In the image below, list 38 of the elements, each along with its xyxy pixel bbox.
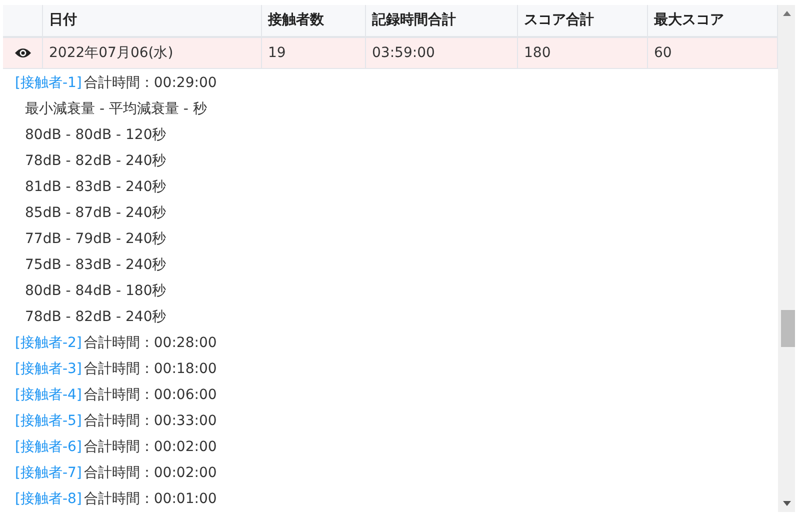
total-time: 合計時間：00:29:00 (84, 74, 217, 92)
detail-line: 85dB - 87dB - 240秒 (25, 204, 168, 222)
total-time: 合計時間：00:02:00 (84, 464, 217, 482)
total-time: 合計時間：00:01:00 (84, 490, 217, 508)
table-cell: 2022年07月06(水) (43, 38, 262, 68)
detail-line: 80dB - 80dB - 120秒 (25, 126, 168, 144)
detail-line: 81dB - 83dB - 240秒 (25, 178, 168, 196)
contact-label[interactable]: [接触者-7] (15, 462, 82, 484)
total-time: 合計時間：00:18:00 (84, 360, 217, 378)
eye-icon[interactable] (14, 47, 32, 60)
table-cell: 180 (518, 38, 648, 68)
table-cell: 03:59:00 (366, 38, 518, 68)
scrollbar[interactable] (778, 5, 795, 512)
total-time: 合計時間：00:33:00 (84, 412, 217, 430)
contact-label[interactable]: [接触者-2] (15, 332, 82, 354)
total-time: 合計時間：00:28:00 (84, 334, 217, 352)
table-cell: 19 (262, 38, 366, 68)
total-time: 合計時間：00:02:00 (84, 438, 217, 456)
detail-line: 78dB - 82dB - 240秒 (25, 152, 168, 170)
detail-line: 77dB - 79dB - 240秒 (25, 230, 168, 248)
column-header: 記録時間合計 (366, 5, 518, 36)
column-header: スコア合計 (518, 5, 648, 36)
scroll-up-icon[interactable] (782, 11, 790, 16)
detail-line: 75dB - 83dB - 240秒 (25, 256, 168, 274)
contact-label[interactable]: [接触者-1] (15, 72, 82, 94)
scroll-down-icon[interactable] (782, 501, 790, 506)
contact-label[interactable]: [接触者-6] (15, 436, 82, 458)
scrollbar-thumb[interactable] (781, 310, 795, 347)
contact-label[interactable]: [接触者-3] (15, 358, 82, 380)
column-header: 日付 (43, 5, 262, 36)
contact-label[interactable]: [接触者-4] (15, 384, 82, 406)
total-time: 合計時間：00:06:00 (84, 386, 217, 404)
detail-line: 80dB - 84dB - 180秒 (25, 282, 168, 300)
detail-header: 最小減衰量 - 平均減衰量 - 秒 (25, 100, 208, 118)
column-header: 接触者数 (262, 5, 366, 36)
detail-line: 78dB - 82dB - 240秒 (25, 308, 168, 326)
contact-label[interactable]: [接触者-8] (15, 488, 82, 510)
contact-label[interactable]: [接触者-5] (15, 410, 82, 432)
